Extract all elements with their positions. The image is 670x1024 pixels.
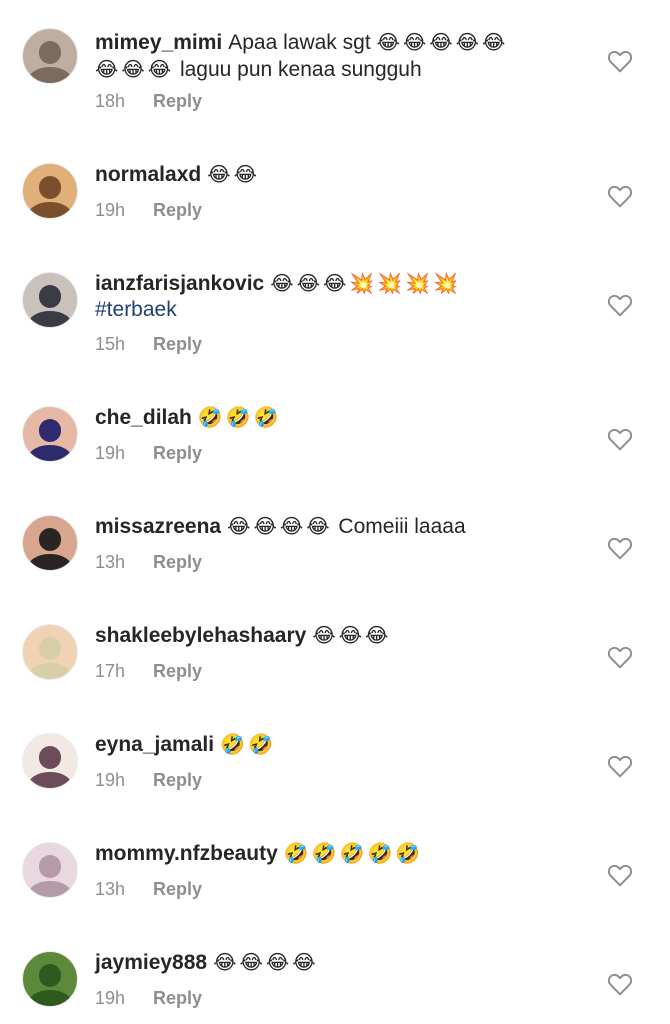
reply-button[interactable]: Reply — [153, 988, 202, 1008]
like-heart-icon[interactable] — [607, 863, 633, 887]
comment-body: Apaa lawak sgt — [228, 31, 371, 54]
like-heart-icon[interactable] — [607, 536, 633, 560]
avatar[interactable] — [22, 842, 78, 898]
comment-body: Comeiii laaaa — [338, 515, 466, 538]
comment-meta: 19h Reply — [95, 988, 202, 1009]
comment-emoji: 😂😂😂😂😂 — [376, 30, 509, 54]
comment-text: eyna_jamali 🤣🤣 — [95, 731, 575, 758]
comment-meta: 13h Reply — [95, 879, 202, 900]
comment-text: shakleebylehashaary 😂😂😂 — [95, 622, 575, 649]
comment-username[interactable]: che_dilah — [95, 406, 192, 429]
comment-meta: 15h Reply — [95, 334, 202, 355]
avatar[interactable] — [22, 733, 78, 789]
comment-username[interactable]: jaymiey888 — [95, 951, 207, 974]
avatar[interactable] — [22, 951, 78, 1007]
reply-button[interactable]: Reply — [153, 552, 202, 572]
comment-emoji: 😂😂😂 — [312, 623, 392, 647]
comment-username[interactable]: shakleebylehashaary — [95, 624, 306, 647]
like-heart-icon[interactable] — [607, 754, 633, 778]
comment-text: jaymiey888 😂😂😂😂 — [95, 949, 575, 976]
comment-timestamp: 18h — [95, 91, 126, 111]
like-heart-icon[interactable] — [607, 49, 633, 73]
comment-emoji: 🤣🤣🤣🤣🤣 — [283, 841, 424, 865]
comment-timestamp: 13h — [95, 552, 126, 572]
comment-list: mimey_mimi Apaa lawak sgt 😂😂😂😂😂 😂😂😂 laguu… — [0, 0, 670, 1024]
comment-username[interactable]: normalaxd — [95, 163, 201, 186]
like-heart-icon[interactable] — [607, 293, 633, 317]
comment-meta: 13h Reply — [95, 552, 202, 573]
comment-emoji: 😂😂 — [207, 162, 260, 186]
comment-text: che_dilah 🤣🤣🤣 — [95, 404, 575, 431]
comment-username[interactable]: missazreena — [95, 515, 221, 538]
like-heart-icon[interactable] — [607, 427, 633, 451]
reply-button[interactable]: Reply — [153, 879, 202, 899]
reply-button[interactable]: Reply — [153, 200, 202, 220]
comment-emoji: 😂😂😂😂 — [227, 514, 333, 538]
reply-button[interactable]: Reply — [153, 334, 202, 354]
comment-timestamp: 19h — [95, 200, 126, 220]
reply-button[interactable]: Reply — [153, 770, 202, 790]
comment-text: mimey_mimi Apaa lawak sgt 😂😂😂😂😂 😂😂😂 laguu… — [95, 29, 575, 83]
comment-meta: 19h Reply — [95, 200, 202, 221]
comment-emoji: 🤣🤣🤣 — [197, 405, 282, 429]
reply-button[interactable]: Reply — [153, 661, 202, 681]
like-heart-icon[interactable] — [607, 972, 633, 996]
comment-timestamp: 13h — [95, 879, 126, 899]
comment-timestamp: 19h — [95, 988, 126, 1008]
reply-button[interactable]: Reply — [153, 91, 202, 111]
like-heart-icon[interactable] — [607, 645, 633, 669]
avatar[interactable] — [22, 163, 78, 219]
comment-emoji: 😂😂😂😂 — [213, 950, 319, 974]
comment-username[interactable]: mommy.nfzbeauty — [95, 842, 278, 865]
comment-meta: 17h Reply — [95, 661, 202, 682]
hashtag-link[interactable]: #terbaek — [95, 298, 177, 321]
avatar[interactable] — [22, 28, 78, 84]
comment-username[interactable]: eyna_jamali — [95, 733, 214, 756]
comment-text: missazreena 😂😂😂😂 Comeiii laaaa — [95, 513, 575, 540]
avatar[interactable] — [22, 272, 78, 328]
avatar[interactable] — [22, 406, 78, 462]
comment-meta: 19h Reply — [95, 770, 202, 791]
comment-timestamp: 19h — [95, 770, 126, 790]
avatar[interactable] — [22, 624, 78, 680]
comment-timestamp: 19h — [95, 443, 126, 463]
reply-button[interactable]: Reply — [153, 443, 202, 463]
comment-body-continued: laguu pun kenaa sungguh — [179, 58, 422, 81]
comment-username[interactable]: mimey_mimi — [95, 31, 222, 54]
like-heart-icon[interactable] — [607, 184, 633, 208]
comment-text: mommy.nfzbeauty 🤣🤣🤣🤣🤣 — [95, 840, 575, 867]
comment-emoji: 🤣🤣 — [220, 732, 276, 756]
comment-text: normalaxd 😂😂 — [95, 161, 575, 188]
comment-timestamp: 17h — [95, 661, 126, 681]
comment-emoji: 😂😂😂 — [95, 57, 175, 81]
comment-text: ianzfarisjankovic 😂😂😂💥💥💥💥 #terbaek — [95, 270, 575, 323]
comment-emoji: 😂😂😂💥💥💥💥 — [270, 271, 461, 295]
comment-meta: 19h Reply — [95, 443, 202, 464]
comment-meta: 18h Reply — [95, 91, 202, 112]
avatar[interactable] — [22, 515, 78, 571]
comment-timestamp: 15h — [95, 334, 126, 354]
comment-username[interactable]: ianzfarisjankovic — [95, 272, 264, 295]
